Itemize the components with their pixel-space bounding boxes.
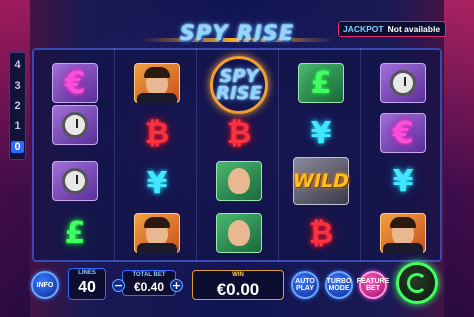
watch-icon (62, 112, 88, 138)
lines-value: 40 (78, 279, 96, 296)
lines-label: LINES (78, 270, 96, 276)
game-logo: SPY RISE (168, 20, 306, 46)
watch-icon (62, 168, 88, 194)
bitcoin-icon: ₿ (144, 115, 170, 151)
total-bet-field: TOTAL BET €0.40 (122, 270, 176, 296)
yen-icon: ¥ (146, 165, 168, 201)
spy-woman-symbol-tile (216, 161, 262, 201)
jackpot-label: JACKPOT (343, 24, 384, 34)
autoplay-button[interactable]: AUTO PLAY (291, 271, 319, 299)
reel-cell-pound: £ (36, 198, 114, 268)
payline-number: 3 (14, 79, 21, 92)
spy-man-symbol-tile (380, 213, 426, 253)
reel-divider (360, 48, 361, 262)
payline-number: 2 (14, 99, 21, 112)
watch-symbol-tile (380, 63, 426, 103)
spy-man-suit (137, 243, 177, 253)
wild-label: WILD (293, 170, 349, 192)
pound-icon: £ (310, 65, 332, 101)
increase-bet-button[interactable]: + (170, 279, 183, 292)
bitcoin-icon: ₿ (308, 215, 334, 251)
spin-button[interactable] (396, 262, 438, 304)
info-button[interactable]: INFO (31, 271, 59, 299)
watch-symbol-tile (52, 161, 98, 201)
spy-man-suit (383, 243, 423, 253)
watch-symbol-tile (52, 105, 98, 145)
spy-woman-face (224, 216, 254, 246)
reel-cell-spy-man (118, 198, 196, 268)
total-bet-label: TOTAL BET (132, 272, 166, 278)
yen-icon: ¥ (392, 163, 414, 199)
spy-woman-symbol-tile (216, 213, 262, 253)
payline-number-active: 0 (11, 140, 24, 153)
payline-number: 1 (14, 120, 21, 133)
turbo-mode-button-label: TURBO MODE (326, 278, 352, 292)
reel-divider (114, 48, 115, 262)
lines-field[interactable]: LINES 40 (68, 268, 106, 300)
jackpot-panel: JACKPOT Not available (338, 21, 446, 37)
payline-number: 4 (14, 59, 21, 72)
reel-divider (278, 48, 279, 262)
win-label: WIN (232, 272, 244, 278)
pound-icon: £ (64, 215, 86, 251)
feature-bet-button[interactable]: FEATURE BET (356, 271, 390, 299)
win-value: €0.00 (216, 280, 260, 299)
total-bet-value: €0.40 (133, 280, 165, 294)
spin-icon (407, 273, 427, 293)
watch-icon (390, 70, 416, 96)
win-field: WIN €0.00 (192, 270, 284, 300)
autoplay-button-label: AUTO PLAY (295, 278, 315, 292)
spy-woman-face (224, 164, 254, 194)
reel-cell-spy-woman (200, 198, 278, 268)
spy-man-symbol-tile (134, 213, 180, 253)
reel-cell-bitcoin: ₿ (282, 198, 360, 268)
pound-symbol-tile: £ (298, 63, 344, 103)
jackpot-value: Not available (387, 24, 441, 34)
info-button-label: INFO (36, 281, 54, 289)
decrease-bet-button[interactable]: − (112, 279, 125, 292)
paylines-indicator: 4 3 2 1 0 (9, 52, 26, 160)
reel-cell-spy-man (364, 198, 442, 268)
feature-bet-button-label: FEATURE BET (356, 278, 390, 292)
turbo-mode-button[interactable]: TURBO MODE (325, 271, 353, 299)
spy-man-symbol-tile (134, 63, 180, 103)
game-title: SPY RISE (179, 21, 295, 45)
reel-divider (196, 48, 197, 262)
